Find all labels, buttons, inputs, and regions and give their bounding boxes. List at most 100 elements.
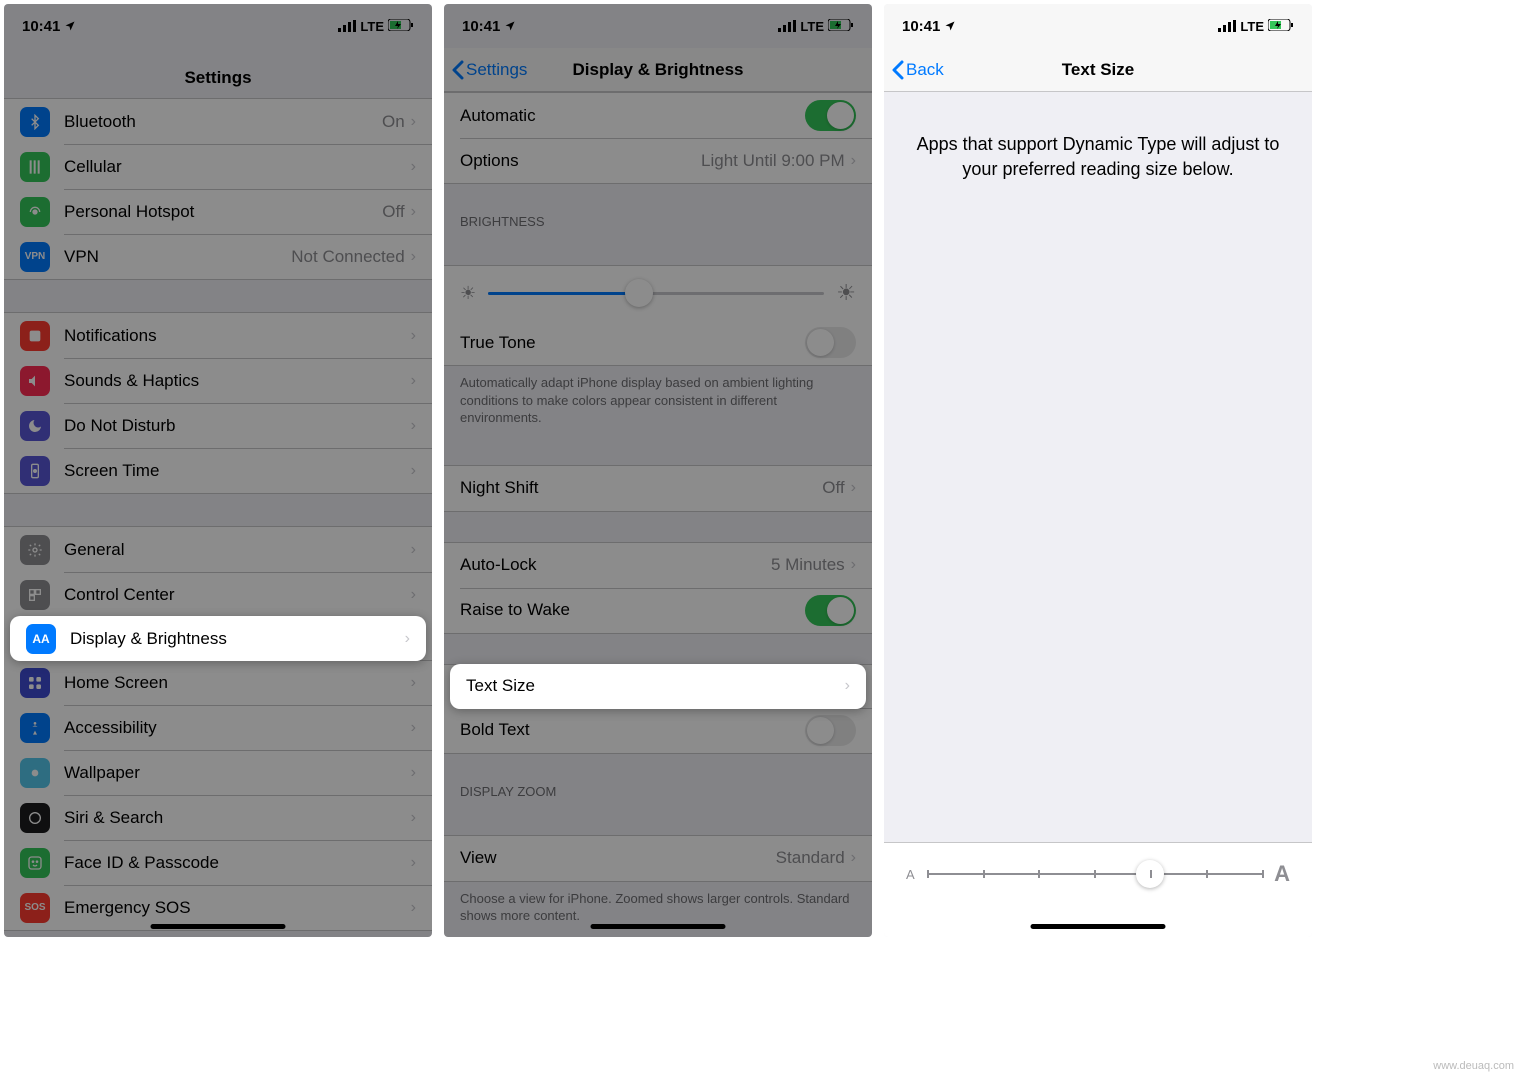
textsize-slider[interactable] bbox=[927, 873, 1262, 875]
settings-row-screen-time[interactable]: Screen Time › bbox=[4, 448, 432, 493]
row-label: Night Shift bbox=[460, 478, 822, 498]
chevron-right-icon: › bbox=[411, 372, 416, 390]
raise-toggle[interactable] bbox=[805, 595, 856, 626]
back-label: Settings bbox=[466, 60, 527, 80]
description-text: Apps that support Dynamic Type will adju… bbox=[884, 92, 1312, 222]
row-label: True Tone bbox=[460, 333, 805, 353]
back-button[interactable]: Settings bbox=[452, 60, 527, 80]
location-icon bbox=[944, 20, 956, 32]
network-label: LTE bbox=[1240, 19, 1264, 34]
truetone-footer: Automatically adapt iPhone display based… bbox=[444, 366, 872, 435]
settings-row-cellular[interactable]: Cellular › bbox=[4, 144, 432, 189]
truetone-row[interactable]: True Tone bbox=[444, 320, 872, 365]
bold-toggle[interactable] bbox=[805, 715, 856, 746]
page-title: Display & Brightness bbox=[573, 60, 744, 80]
chevron-right-icon: › bbox=[851, 479, 856, 497]
truetone-toggle[interactable] bbox=[805, 327, 856, 358]
options-row[interactable]: Options Light Until 9:00 PM › bbox=[444, 138, 872, 183]
home-indicator[interactable] bbox=[1031, 924, 1166, 929]
home-indicator[interactable] bbox=[591, 924, 726, 929]
row-label: Options bbox=[460, 151, 701, 171]
row-label: Raise to Wake bbox=[460, 600, 805, 620]
textsize-screen: 10:41 LTE Back Text Size Apps that suppo… bbox=[884, 4, 1312, 937]
sounds-icon bbox=[20, 366, 50, 396]
home-indicator[interactable] bbox=[151, 924, 286, 929]
row-label: Bold Text bbox=[460, 720, 805, 740]
row-value: Off bbox=[382, 202, 404, 222]
wallpaper-icon bbox=[20, 758, 50, 788]
row-label: Siri & Search bbox=[64, 808, 411, 828]
chevron-right-icon: › bbox=[411, 541, 416, 559]
back-label: Back bbox=[906, 60, 944, 80]
boldtext-row[interactable]: Bold Text bbox=[444, 708, 872, 753]
status-bar: 10:41 LTE bbox=[4, 4, 432, 48]
row-label: Screen Time bbox=[64, 461, 411, 481]
settings-row-wallpaper[interactable]: Wallpaper › bbox=[4, 750, 432, 795]
settings-row-personal-hotspot[interactable]: Personal Hotspot Off › bbox=[4, 189, 432, 234]
signal-icon bbox=[1218, 20, 1236, 32]
settings-row-do-not-disturb[interactable]: Do Not Disturb › bbox=[4, 403, 432, 448]
row-label: Auto-Lock bbox=[460, 555, 771, 575]
row-label: View bbox=[460, 848, 776, 868]
row-value: On bbox=[382, 112, 405, 132]
row-label: Personal Hotspot bbox=[64, 202, 382, 222]
location-icon bbox=[504, 20, 516, 32]
chevron-right-icon: › bbox=[411, 719, 416, 737]
settings-row-general[interactable]: General › bbox=[4, 527, 432, 572]
automatic-toggle[interactable] bbox=[805, 100, 856, 131]
settings-row-display-brightness[interactable]: AA Display & Brightness › bbox=[10, 616, 426, 661]
settings-row-vpn[interactable]: VPN VPN Not Connected › bbox=[4, 234, 432, 279]
page-title: Text Size bbox=[1062, 60, 1134, 80]
general-icon bbox=[20, 535, 50, 565]
row-label: Cellular bbox=[64, 157, 411, 177]
sos-icon: SOS bbox=[20, 893, 50, 923]
zoom-header: DISPLAY ZOOM bbox=[444, 778, 872, 805]
sun-small-icon: ☀︎ bbox=[460, 283, 476, 304]
view-row[interactable]: View Standard › bbox=[444, 836, 872, 881]
settings-screen: 10:41 LTE Settings Bluetooth On › Cellul… bbox=[4, 4, 432, 937]
chevron-right-icon: › bbox=[411, 764, 416, 782]
row-label: VPN bbox=[64, 247, 291, 267]
dnd-icon bbox=[20, 411, 50, 441]
chevron-right-icon: › bbox=[411, 158, 416, 176]
home-icon bbox=[20, 668, 50, 698]
automatic-row[interactable]: Automatic bbox=[444, 93, 872, 138]
chevron-left-icon bbox=[452, 60, 464, 80]
accessibility-icon bbox=[20, 713, 50, 743]
large-a-label: A bbox=[1274, 861, 1290, 887]
settings-row-accessibility[interactable]: Accessibility › bbox=[4, 705, 432, 750]
watermark: www.deuaq.com bbox=[1433, 1060, 1514, 1072]
chevron-right-icon: › bbox=[851, 152, 856, 170]
chevron-right-icon: › bbox=[851, 556, 856, 574]
row-label: Emergency SOS bbox=[64, 898, 411, 918]
sun-large-icon: ☀︎ bbox=[836, 280, 856, 306]
settings-row-face-id-passcode[interactable]: Face ID & Passcode › bbox=[4, 840, 432, 885]
vpn-icon: VPN bbox=[20, 242, 50, 272]
settings-row-notifications[interactable]: Notifications › bbox=[4, 313, 432, 358]
back-button[interactable]: Back bbox=[892, 60, 944, 80]
row-label: Home Screen bbox=[64, 673, 411, 693]
network-label: LTE bbox=[800, 19, 824, 34]
chevron-left-icon bbox=[892, 60, 904, 80]
chevron-right-icon: › bbox=[405, 630, 410, 648]
row-label: Sounds & Haptics bbox=[64, 371, 411, 391]
settings-row-bluetooth[interactable]: Bluetooth On › bbox=[4, 99, 432, 144]
settings-row-siri-search[interactable]: Siri & Search › bbox=[4, 795, 432, 840]
signal-icon bbox=[778, 20, 796, 32]
battery-icon bbox=[388, 19, 414, 34]
textsize-row[interactable]: Text Size › bbox=[450, 664, 866, 709]
display-icon: AA bbox=[26, 624, 56, 654]
siri-icon bbox=[20, 803, 50, 833]
chevron-right-icon: › bbox=[411, 586, 416, 604]
autolock-row[interactable]: Auto-Lock 5 Minutes › bbox=[444, 543, 872, 588]
settings-row-home-screen[interactable]: Home Screen › bbox=[4, 660, 432, 705]
chevron-right-icon: › bbox=[411, 248, 416, 266]
raise-row[interactable]: Raise to Wake bbox=[444, 588, 872, 633]
status-bar: 10:41 LTE bbox=[444, 4, 872, 48]
cellular-icon bbox=[20, 152, 50, 182]
settings-row-control-center[interactable]: Control Center › bbox=[4, 572, 432, 617]
nightshift-row[interactable]: Night Shift Off › bbox=[444, 466, 872, 511]
page-title: Settings bbox=[4, 48, 432, 98]
settings-row-sounds-haptics[interactable]: Sounds & Haptics › bbox=[4, 358, 432, 403]
brightness-slider[interactable] bbox=[488, 292, 824, 295]
